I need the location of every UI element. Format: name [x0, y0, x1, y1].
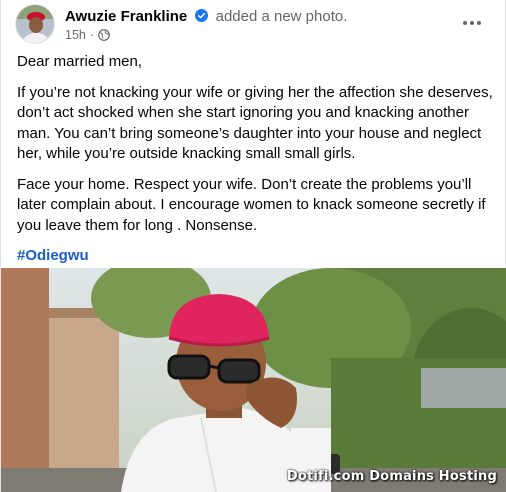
photo-image — [1, 268, 506, 492]
post-timestamp[interactable]: 15h — [65, 28, 86, 42]
meta-separator: · — [89, 28, 95, 42]
more-dot-icon — [470, 21, 474, 25]
post-paragraph: If you’re not knacking your wife or givi… — [17, 83, 493, 163]
globe-icon[interactable] — [98, 29, 110, 41]
hashtag-link[interactable]: #Odiegwu — [17, 247, 89, 264]
avatar-image — [16, 5, 54, 43]
post-header: Awuzie Frankline added a new photo. 15h … — [15, 4, 497, 46]
post-action-text: added a new photo. — [215, 8, 348, 25]
post-greeting: Dear married men, — [17, 53, 143, 70]
post-photo[interactable]: Dotifi.com Domains Hosting — [1, 268, 506, 492]
facebook-post: Awuzie Frankline added a new photo. 15h … — [0, 0, 506, 492]
more-dot-icon — [463, 21, 467, 25]
post-body: Dear married men, If you’re not knacking… — [17, 52, 497, 277]
more-options-button[interactable] — [457, 8, 487, 38]
author-line: Awuzie Frankline added a new photo. — [65, 8, 347, 25]
more-dot-icon — [477, 21, 481, 25]
photo-watermark: Dotifi.com Domains Hosting — [286, 469, 497, 484]
verified-badge-icon — [195, 9, 209, 22]
author-name[interactable]: Awuzie Frankline — [65, 8, 187, 25]
post-meta: 15h · — [65, 28, 110, 42]
author-avatar[interactable] — [15, 4, 55, 44]
post-paragraph: Face your home. Respect your wife. Don’t… — [17, 175, 486, 234]
